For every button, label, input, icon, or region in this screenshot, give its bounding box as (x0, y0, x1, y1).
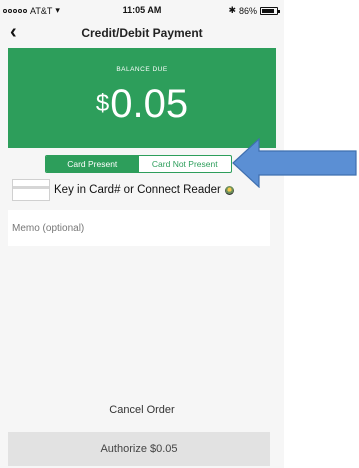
arrow-icon (232, 138, 357, 188)
cancel-order-button[interactable]: Cancel Order (0, 404, 284, 416)
tab-card-not-present[interactable]: Card Not Present (139, 156, 232, 172)
authorize-button[interactable]: Authorize $0.05 (8, 432, 270, 466)
bluetooth-icon: ✱ (228, 5, 236, 15)
tab-card-present[interactable]: Card Present (46, 156, 139, 172)
balance-value: 0.05 (110, 82, 189, 126)
payment-mode-toggle: Card Present Card Not Present (45, 155, 232, 173)
card-entry-label: Key in Card# or Connect Reader (54, 184, 221, 196)
status-bar: AT&T ▾ 11:05 AM ✱ 86% (0, 0, 284, 20)
balance-amount: $0.05 (8, 78, 276, 130)
page-title: Credit/Debit Payment (81, 26, 203, 40)
card-icon (12, 179, 50, 201)
nav-bar: ‹ Credit/Debit Payment (0, 20, 284, 48)
balance-label: BALANCE DUE (116, 66, 168, 73)
balance-panel: BALANCE DUE $0.05 (8, 48, 276, 148)
battery-icon (260, 6, 280, 15)
status-right: ✱ 86% (228, 5, 280, 16)
memo-input[interactable] (8, 210, 270, 246)
battery-percent: 86% (238, 5, 257, 16)
payment-screen: AT&T ▾ 11:05 AM ✱ 86% ‹ Credit/Debit Pay… (0, 0, 284, 468)
currency-symbol: $ (95, 90, 110, 117)
